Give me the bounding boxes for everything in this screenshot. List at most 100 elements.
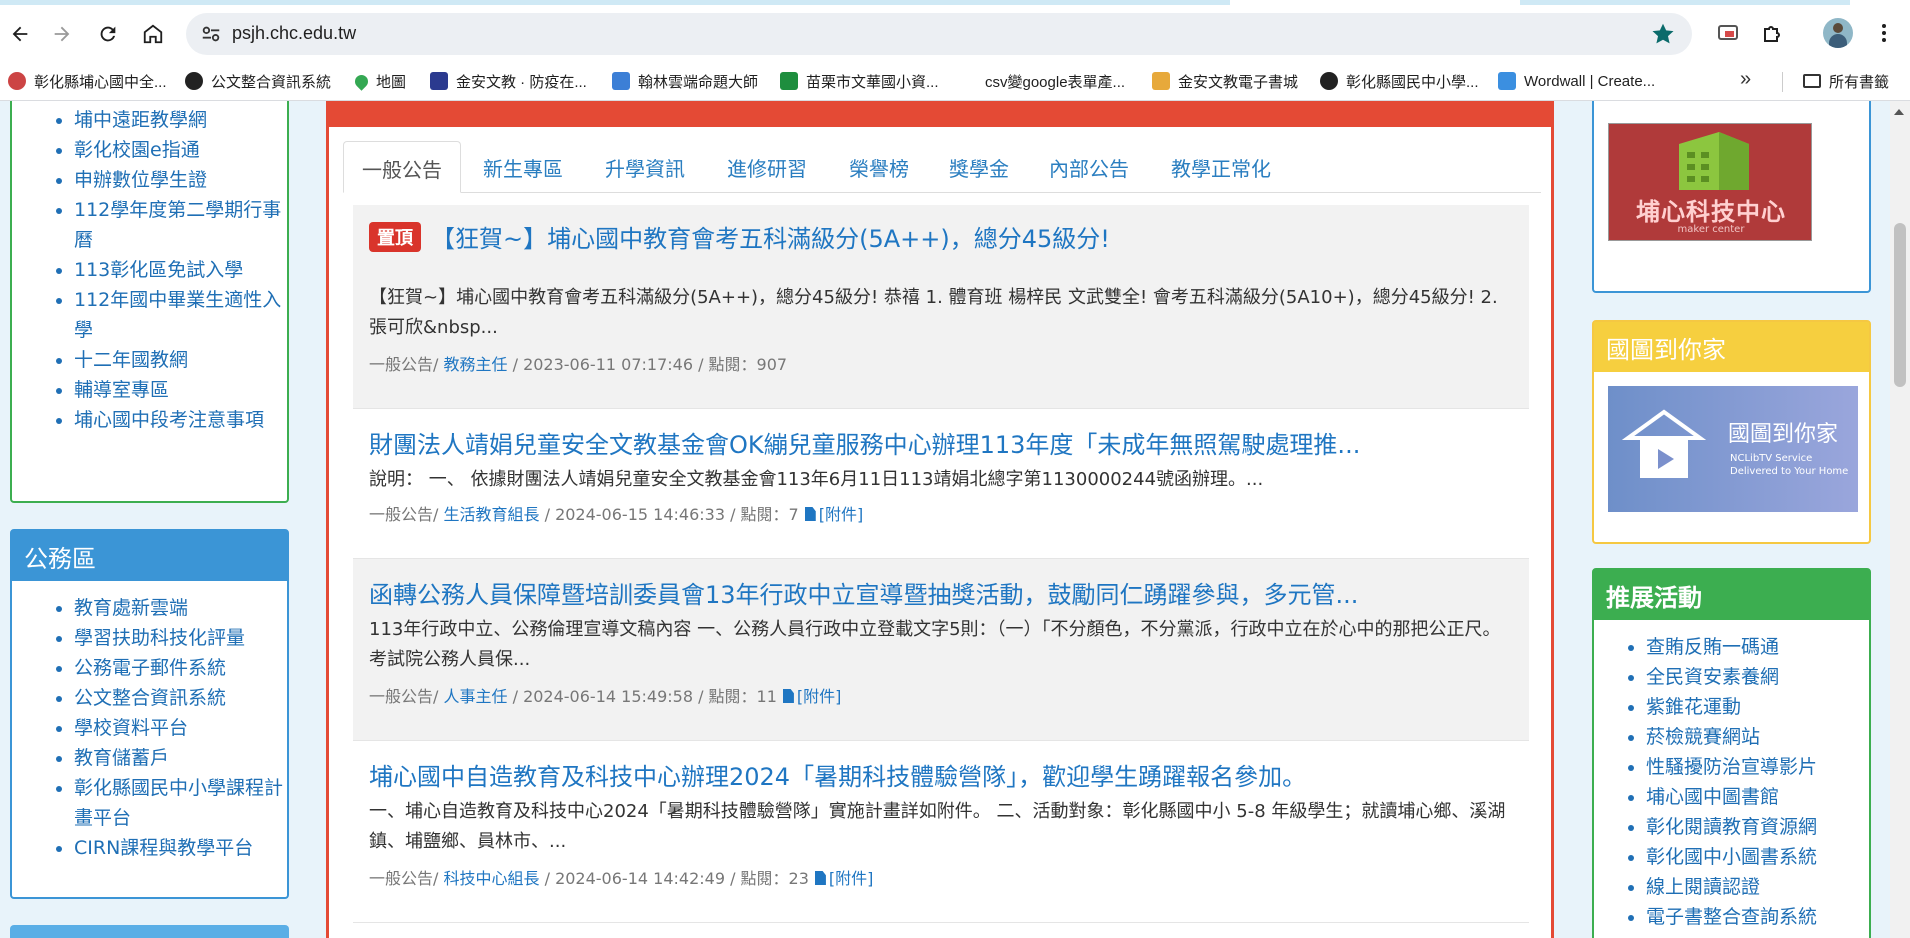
- more-bookmarks-button[interactable]: »: [1740, 68, 1751, 91]
- list-item[interactable]: 埔心國中段考注意事項: [74, 405, 287, 435]
- list-item[interactable]: 埔心國中圖書館: [1646, 782, 1869, 812]
- nclib-banner[interactable]: 國圖到你家 NCLibTV Service Delivered to Your …: [1608, 386, 1858, 512]
- bookmark-item[interactable]: 公文整合資訊系統: [185, 69, 331, 93]
- list-item[interactable]: 教育處新雲端: [74, 593, 287, 623]
- news-author-link[interactable]: 教務主任: [443, 355, 507, 374]
- list-item[interactable]: CIRN課程與教學平台: [74, 833, 287, 863]
- profile-avatar[interactable]: [1823, 18, 1853, 48]
- link-text[interactable]: 全民資安素養網: [1646, 666, 1779, 688]
- list-item[interactable]: 申辦數位學生證: [74, 165, 287, 195]
- list-item[interactable]: 學校資料平台: [74, 713, 287, 743]
- link-text[interactable]: 輔導室專區: [74, 379, 169, 401]
- tab-general[interactable]: 一般公告: [343, 141, 461, 193]
- tab-teaching-normalization[interactable]: 教學正常化: [1153, 141, 1289, 193]
- list-item[interactable]: 菸檢競賽網站: [1646, 722, 1869, 752]
- page-scrollbar[interactable]: [1890, 101, 1910, 938]
- list-item[interactable]: 彰化校園e指通: [74, 135, 287, 165]
- link-text[interactable]: 十二年國教網: [74, 349, 188, 371]
- bookmark-item[interactable]: 翰林雲端命題大師: [612, 69, 758, 93]
- back-button[interactable]: [2, 16, 38, 52]
- news-author-link[interactable]: 人事主任: [443, 687, 507, 706]
- list-item[interactable]: 公文整合資訊系統: [74, 683, 287, 713]
- news-title-link[interactable]: 函轉公務人員保障暨培訓委員會13年行政中立宣導暨抽獎活動，鼓勵同仁踴躍參與，多元…: [369, 575, 1358, 610]
- news-title-link[interactable]: 置頂 【狂賀~】埔心國中教育會考五科滿級分(5A++)，總分45級分!: [369, 219, 1110, 254]
- list-item[interactable]: 性騷擾防治宣導影片: [1646, 752, 1869, 782]
- link-text[interactable]: 學校資料平台: [74, 717, 188, 739]
- list-item[interactable]: 學習扶助科技化評量: [74, 623, 287, 653]
- bookmark-item[interactable]: 地圖: [352, 69, 406, 93]
- bookmark-item[interactable]: 苗栗市文華國小資...: [780, 69, 939, 93]
- link-text[interactable]: 教育儲蓄戶: [74, 747, 169, 769]
- attachment-link[interactable]: [附件]: [797, 687, 842, 706]
- list-item[interactable]: 彰化國中小圖書系統: [1646, 842, 1869, 872]
- tab-honor[interactable]: 榮譽榜: [831, 141, 927, 193]
- news-title-text[interactable]: 【狂賀~】埔心國中教育會考五科滿級分(5A++)，總分45級分!: [431, 225, 1110, 253]
- link-text[interactable]: 彰化縣國民中小學課程計畫平台: [74, 777, 283, 829]
- more-menu-icon[interactable]: [1872, 20, 1896, 46]
- link-text[interactable]: 查賄反賄一碼通: [1646, 636, 1779, 658]
- tab-freshmen[interactable]: 新生專區: [465, 141, 581, 193]
- list-item[interactable]: 埔中遠距教學網: [74, 105, 287, 135]
- link-text[interactable]: 埔心國中圖書館: [1646, 786, 1779, 808]
- list-item[interactable]: 十二年國教網: [74, 345, 287, 375]
- tab-internal[interactable]: 內部公告: [1031, 141, 1147, 193]
- attachment-link[interactable]: [附件]: [829, 869, 874, 888]
- link-text[interactable]: 紫錐花運動: [1646, 696, 1741, 718]
- cast-button[interactable]: [1713, 18, 1743, 48]
- extensions-button[interactable]: [1758, 18, 1788, 48]
- link-text[interactable]: 彰化國中小圖書系統: [1646, 846, 1817, 868]
- bookmark-star-icon[interactable]: [1650, 21, 1676, 47]
- link-text[interactable]: 學習扶助科技化評量: [74, 627, 245, 649]
- list-item[interactable]: 查賄反賄一碼通: [1646, 632, 1869, 662]
- bookmark-item[interactable]: 金安文教 · 防疫在...: [430, 69, 587, 93]
- link-text[interactable]: 教育處新雲端: [74, 597, 188, 619]
- news-author-link[interactable]: 科技中心組長: [443, 869, 539, 888]
- link-text[interactable]: 112年國中畢業生適性入學: [74, 289, 281, 341]
- news-author-link[interactable]: 生活教育組長: [443, 505, 539, 524]
- link-text[interactable]: 埔中遠距教學網: [74, 109, 207, 131]
- link-text[interactable]: 線上閱讀認證: [1646, 876, 1760, 898]
- list-item[interactable]: 線上閱讀認證: [1646, 872, 1869, 902]
- home-button[interactable]: [135, 16, 171, 52]
- bookmark-item[interactable]: 金安文教電子書城: [1152, 69, 1298, 93]
- tech-center-logo[interactable]: 埔心科技中心 maker center: [1608, 123, 1812, 241]
- link-text[interactable]: 電子書整合查詢系統: [1646, 906, 1817, 928]
- list-item[interactable]: 紫錐花運動: [1646, 692, 1869, 722]
- list-item[interactable]: 公務電子郵件系統: [74, 653, 287, 683]
- link-text[interactable]: 申辦數位學生證: [74, 169, 207, 191]
- bookmark-item[interactable]: 彰化縣國民中小學...: [1320, 69, 1479, 93]
- list-item[interactable]: 彰化閱讀教育資源網: [1646, 812, 1869, 842]
- url-text[interactable]: psjh.chc.edu.tw: [232, 23, 356, 44]
- all-bookmarks-button[interactable]: 所有書籤: [1803, 69, 1889, 93]
- link-text[interactable]: 彰化校園e指通: [74, 139, 200, 161]
- reload-button[interactable]: [90, 16, 126, 52]
- site-settings-icon[interactable]: [200, 23, 222, 45]
- link-text[interactable]: CIRN課程與教學平台: [74, 837, 253, 859]
- tab-scholarship[interactable]: 獎學金: [931, 141, 1027, 193]
- link-text[interactable]: 埔心國中段考注意事項: [74, 409, 264, 431]
- list-item[interactable]: 電子書整合查詢系統: [1646, 902, 1869, 932]
- link-text[interactable]: 彰化閱讀教育資源網: [1646, 816, 1817, 838]
- scroll-up-arrow-icon[interactable]: [1894, 109, 1904, 115]
- list-item[interactable]: 全民資安素養網: [1646, 662, 1869, 692]
- tab-admissions[interactable]: 升學資訊: [587, 141, 703, 193]
- list-item[interactable]: 教育儲蓄戶: [74, 743, 287, 773]
- address-bar[interactable]: psjh.chc.edu.tw: [186, 13, 1692, 55]
- bookmark-item[interactable]: Wordwall | Create...: [1498, 69, 1655, 93]
- list-item[interactable]: 彰化縣國民中小學課程計畫平台: [74, 773, 287, 833]
- list-item[interactable]: 112學年度第二學期行事曆: [74, 195, 287, 255]
- forward-button[interactable]: [44, 16, 80, 52]
- bookmark-item[interactable]: 彰化縣埔心國中全...: [8, 69, 167, 93]
- link-text[interactable]: 113彰化區免試入學: [74, 259, 243, 281]
- list-item[interactable]: 輔導室專區: [74, 375, 287, 405]
- link-text[interactable]: 公務電子郵件系統: [74, 657, 226, 679]
- news-title-link[interactable]: 財團法人靖娟兒童安全文教基金會OK繃兒童服務中心辦理113年度「未成年無照駕駛處…: [369, 425, 1360, 460]
- link-text[interactable]: 112學年度第二學期行事曆: [74, 199, 281, 251]
- link-text[interactable]: 性騷擾防治宣導影片: [1646, 756, 1817, 778]
- news-title-link[interactable]: 埔心國中自造教育及科技中心辦理2024「暑期科技體驗營隊」，歡迎學生踴躍報名參加…: [369, 757, 1306, 792]
- list-item[interactable]: 113彰化區免試入學: [74, 255, 287, 285]
- link-text[interactable]: 公文整合資訊系統: [74, 687, 226, 709]
- bookmark-item[interactable]: csv變google表單產...: [985, 69, 1125, 93]
- list-item[interactable]: 112年國中畢業生適性入學: [74, 285, 287, 345]
- attachment-link[interactable]: [附件]: [819, 505, 864, 524]
